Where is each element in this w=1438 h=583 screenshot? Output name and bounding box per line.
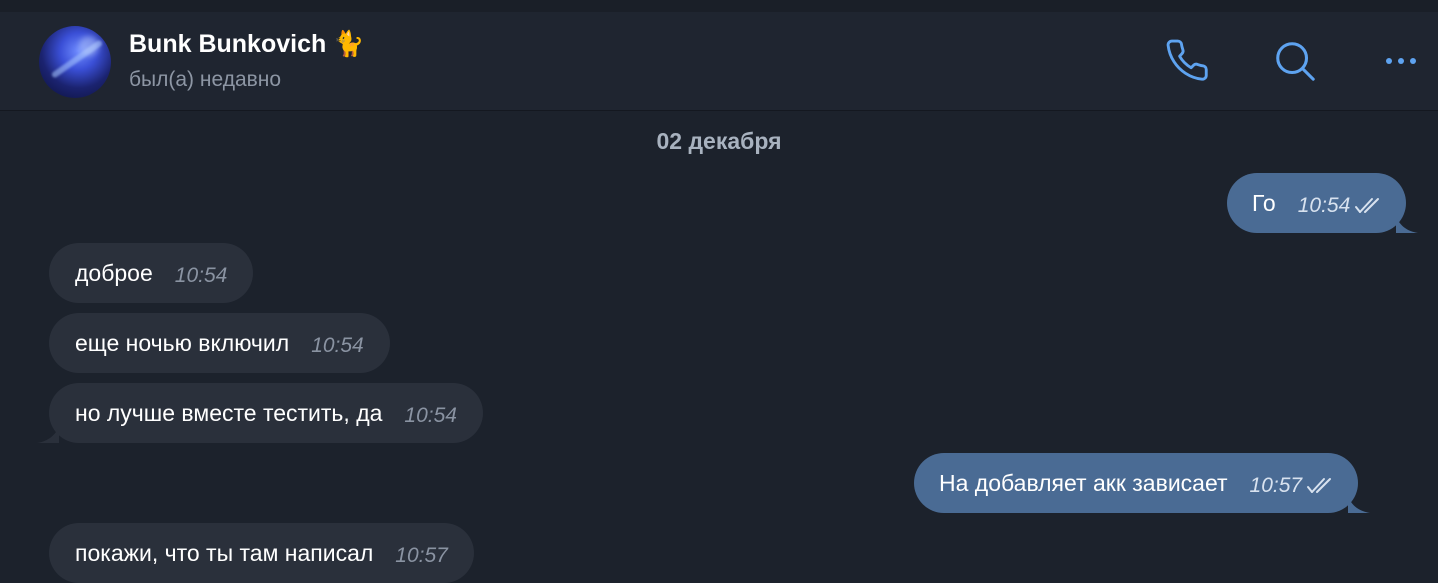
search-icon — [1276, 42, 1315, 81]
more-button[interactable] — [1376, 36, 1426, 86]
more-dots-icon — [1386, 58, 1416, 64]
message-text: доброе — [75, 259, 153, 286]
message-text: Го — [1252, 189, 1276, 216]
message-outgoing[interactable]: На добавляет акк зависает 10:57 — [914, 453, 1371, 513]
message-text: На добавляет акк зависает — [939, 469, 1228, 496]
message-time: 10:54 — [174, 264, 228, 287]
message-text: но лучше вместе тестить, да — [75, 399, 383, 426]
message-time: 10:57 — [395, 544, 448, 567]
window-top-strip — [0, 0, 1438, 12]
contact-status: был(а) недавно — [129, 68, 282, 91]
contact-name-text: Bunk Bunkovich — [129, 30, 327, 58]
avatar-glow — [79, 36, 99, 56]
message-incoming[interactable]: доброе 10:54 — [49, 243, 254, 303]
contact-name[interactable]: Bunk Bunkovich 🐈 — [129, 30, 364, 59]
message-text: покажи, что ты там написал — [75, 539, 374, 566]
message-time: 10:54 — [404, 404, 457, 427]
avatar[interactable] — [39, 26, 111, 98]
bubble-tail — [37, 427, 59, 443]
message-incoming[interactable]: еще ночью включил 10:54 — [49, 313, 390, 373]
read-receipt — [1354, 196, 1384, 216]
bubble-tail — [1396, 217, 1419, 233]
double-check-icon — [1355, 198, 1380, 213]
read-receipt — [1306, 476, 1336, 496]
cat-emoji: 🐈 — [333, 30, 365, 58]
date-separator: 02 декабря — [656, 128, 782, 154]
message-outgoing[interactable]: Го 10:54 — [1227, 173, 1419, 233]
bubble-tail — [1348, 497, 1371, 513]
double-check-icon — [1307, 478, 1332, 493]
phone-icon — [1166, 39, 1208, 81]
message-time: 10:54 — [311, 334, 364, 357]
message-text: еще ночью включил — [75, 329, 290, 356]
message-incoming[interactable]: покажи, что ты там написал 10:57 — [49, 523, 474, 583]
message-time: 10:57 — [1249, 474, 1303, 497]
message-incoming[interactable]: но лучше вместе тестить, да 10:54 — [37, 383, 483, 443]
chat-header: Bunk Bunkovich 🐈 был(а) недавно — [0, 12, 1438, 111]
message-time: 10:54 — [1297, 194, 1351, 217]
call-button[interactable] — [1164, 36, 1214, 86]
search-button[interactable] — [1270, 36, 1320, 86]
